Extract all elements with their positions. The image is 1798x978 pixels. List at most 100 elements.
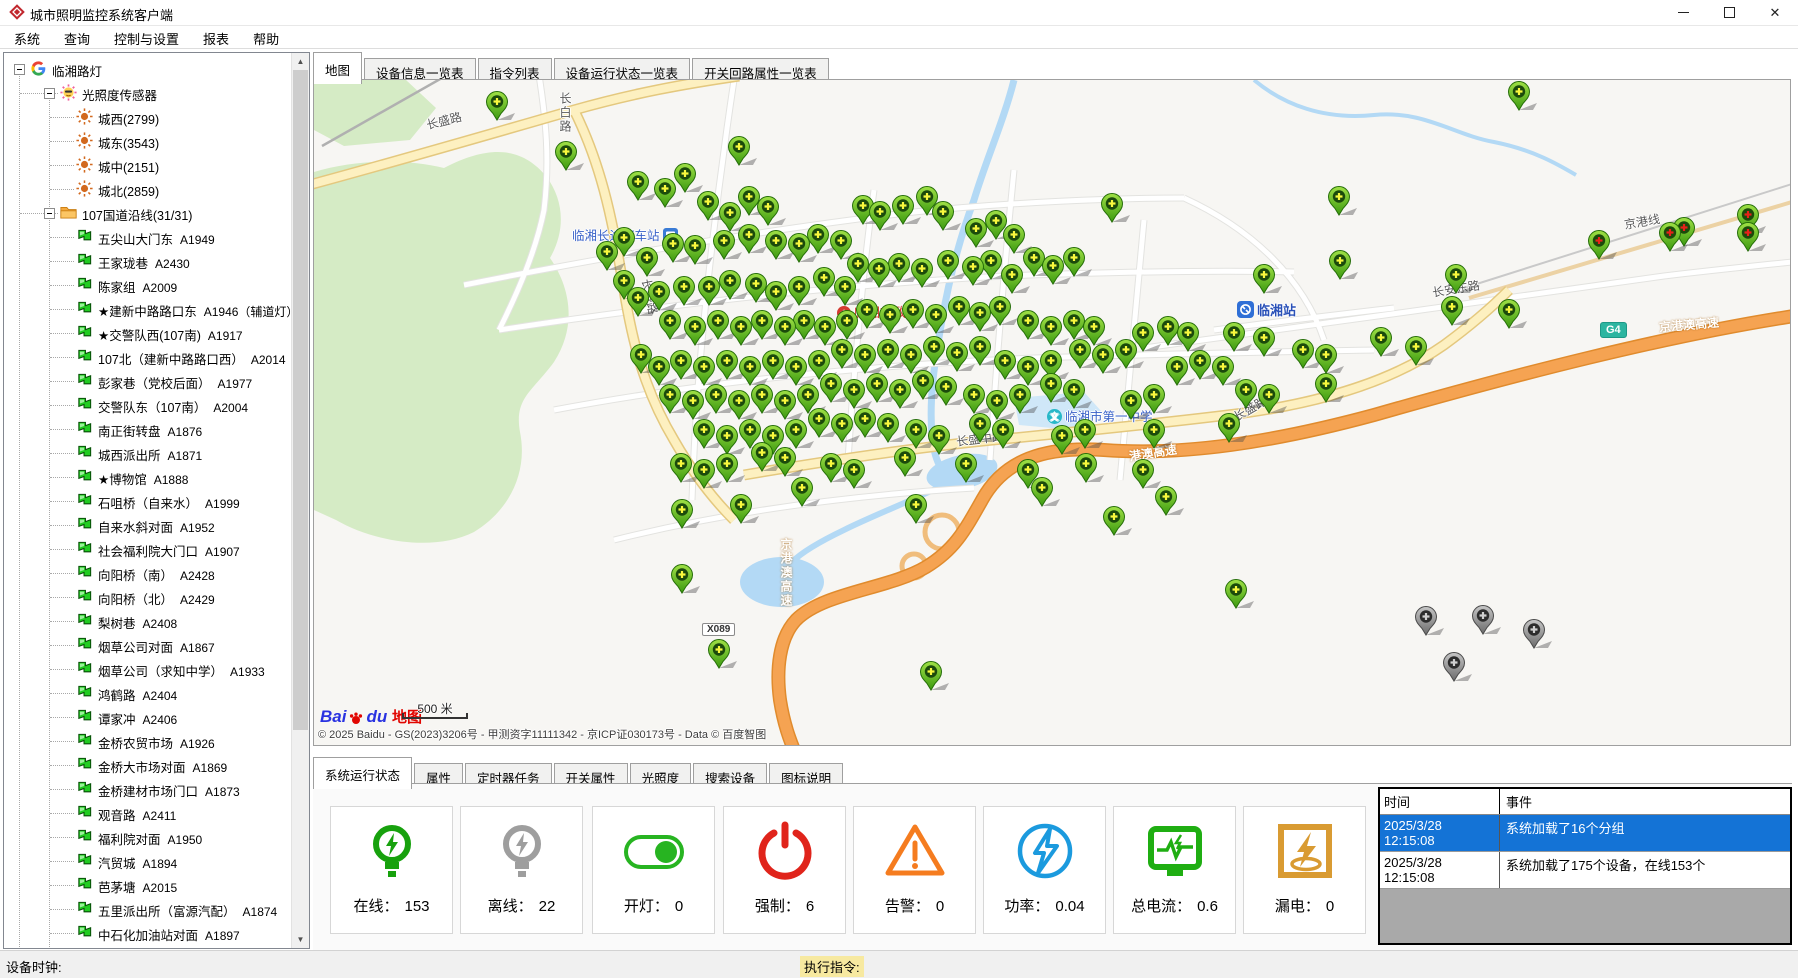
device-marker-online[interactable] [1075,453,1109,486]
device-marker-online[interactable] [1143,419,1177,452]
device-marker-online[interactable] [730,316,764,349]
device-marker-online[interactable] [1001,264,1035,297]
tree-device-2[interactable]: 陈家组A2009 [4,273,292,297]
tree-device-5[interactable]: 107北（建新中路路口西）A2014 [4,345,292,369]
device-marker-online[interactable] [1328,186,1362,219]
status-card-bulb-on[interactable]: 在线：153 [330,806,453,934]
device-marker-online[interactable] [1253,327,1287,360]
device-marker-online[interactable] [831,413,865,446]
event-row-1[interactable]: 2025/3/28 12:15:08系统加载了175个设备，在线153个 [1380,852,1790,889]
main-tab-0[interactable]: 地图 [313,52,362,84]
device-marker-online[interactable] [1223,322,1257,355]
maximize-button[interactable] [1706,0,1752,25]
device-marker-online[interactable] [774,447,808,480]
device-marker-online[interactable] [788,233,822,266]
tree-device-14[interactable]: 向阳桥（南）A2428 [4,561,292,585]
device-marker-online[interactable] [1405,336,1439,369]
tree-group-sensors[interactable]: 光照度传感器 [4,81,292,105]
device-marker-online[interactable] [1092,344,1126,377]
device-marker-online[interactable] [1258,384,1292,417]
menu-item-1[interactable]: 查询 [54,26,100,51]
tree-device-23[interactable]: 金桥建材市场门口A1873 [4,777,292,801]
tree-device-15[interactable]: 向阳桥（北）A2429 [4,585,292,609]
expand-collapse-icon[interactable] [44,88,55,99]
device-marker-offline[interactable] [1523,619,1557,652]
map-view[interactable]: 长盛路长白路长盛路临湘长途汽车站★临湘市政府临湘站长安东路京港线京港澳高速文临湘… [313,79,1791,746]
tree-sensor-2[interactable]: 城中(2151) [4,153,292,177]
device-marker-online[interactable] [843,459,877,492]
tree-device-17[interactable]: 烟草公司对面A1867 [4,633,292,657]
tree-sensor-0[interactable]: 城西(2799) [4,105,292,129]
tree-device-22[interactable]: 金桥大市场对面A1869 [4,753,292,777]
device-marker-online[interactable] [1103,506,1137,539]
scroll-thumb[interactable] [293,70,308,730]
tree-sensor-3[interactable]: 城北(2859) [4,177,292,201]
device-marker-online[interactable] [1063,379,1097,412]
device-marker-online[interactable] [925,304,959,337]
status-card-bulb-off[interactable]: 离线：22 [460,806,583,934]
device-marker-online[interactable] [1031,477,1065,510]
device-marker-offline[interactable] [1415,606,1449,639]
device-marker-online[interactable] [920,661,954,694]
device-marker-online[interactable] [1155,486,1189,519]
tree-scrollbar[interactable]: ▲ ▼ [291,53,309,948]
status-card-leakage[interactable]: 漏电：0 [1243,806,1366,934]
device-marker-forced[interactable] [1659,222,1693,255]
device-marker-forced[interactable] [1737,222,1771,255]
tree-device-26[interactable]: 汽贸城A1894 [4,849,292,873]
scroll-down-icon[interactable]: ▼ [292,931,309,948]
device-marker-online[interactable] [671,499,705,532]
tree-device-16[interactable]: 梨树巷A2408 [4,609,292,633]
device-marker-online[interactable] [791,477,825,510]
column-event[interactable]: 事件 [1500,789,1790,814]
device-marker-online[interactable] [684,316,718,349]
bottom-tab-0[interactable]: 系统运行状态 [313,757,412,789]
device-marker-online[interactable] [1329,250,1363,283]
tree-device-6[interactable]: 彭家巷（党校后面）A1977 [4,369,292,393]
device-marker-online[interactable] [698,276,732,309]
status-card-warning[interactable]: 告警：0 [853,806,976,934]
tree-device-19[interactable]: 鸿鹤路A2404 [4,681,292,705]
status-card-meter[interactable]: 总电流：0.6 [1113,806,1236,934]
device-marker-online[interactable] [1042,255,1076,288]
device-marker-online[interactable] [1445,264,1479,297]
menu-item-2[interactable]: 控制与设置 [104,26,189,51]
tree-device-29[interactable]: 中石化加油站对面A1897 [4,921,292,945]
device-marker-online[interactable] [1441,296,1475,329]
device-marker-online[interactable] [962,256,996,289]
tree-device-21[interactable]: 金桥农贸市场A1926 [4,729,292,753]
tree-device-18[interactable]: 烟草公司（求知中学）A1933 [4,657,292,681]
device-marker-online[interactable] [728,136,762,169]
event-log-table[interactable]: 时间事件2025/3/28 12:15:08系统加载了16个分组2025/3/2… [1378,787,1792,945]
device-marker-online[interactable] [627,287,661,320]
device-marker-online[interactable] [868,258,902,291]
device-marker-online[interactable] [946,342,980,375]
status-card-power[interactable]: 强制：6 [723,806,846,934]
device-marker-online[interactable] [879,304,913,337]
device-marker-offline[interactable] [1443,652,1477,685]
tree-group-devices[interactable]: 107国道沿线(31/31) [4,201,292,225]
device-marker-online[interactable] [1508,81,1542,114]
tree-device-7[interactable]: 交警队东（107南）A2004 [4,393,292,417]
device-marker-online[interactable] [654,178,688,211]
device-marker-online[interactable] [932,201,966,234]
scroll-up-icon[interactable]: ▲ [292,53,309,70]
menu-item-4[interactable]: 帮助 [243,26,289,51]
column-time[interactable]: 时间 [1380,789,1500,814]
device-marker-online[interactable] [486,91,520,124]
tree-device-1[interactable]: 王家珑巷A2430 [4,249,292,273]
tree-device-3[interactable]: ★建新中路路口东A1946（辅道灯） [4,297,292,321]
tree-device-28[interactable]: 五里派出所（富源汽配）A1874 [4,897,292,921]
device-marker-online[interactable] [774,316,808,349]
device-marker-online[interactable] [684,235,718,268]
close-button[interactable]: ✕ [1752,0,1798,25]
device-marker-online[interactable] [1315,373,1349,406]
device-marker-online[interactable] [992,419,1026,452]
tree-device-24[interactable]: 观音路A2411 [4,801,292,825]
device-marker-forced[interactable] [1588,230,1622,263]
menu-item-0[interactable]: 系统 [4,26,50,51]
device-marker-online[interactable] [1101,193,1135,226]
minimize-button[interactable] [1660,0,1706,25]
menu-item-3[interactable]: 报表 [193,26,239,51]
tree-device-4[interactable]: ★交警队西(107南)A1917 [4,321,292,345]
